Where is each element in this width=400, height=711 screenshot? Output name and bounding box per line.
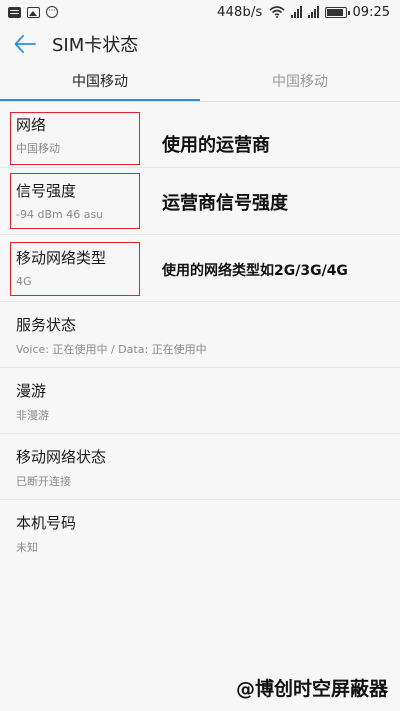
highlight-box-signal [10,173,140,229]
message-icon [8,6,21,18]
item-value: 已断开连接 [16,475,71,488]
tab-sim2[interactable]: 中国移动 [200,64,400,102]
highlight-box-network-type [10,242,140,296]
sim-tabs: 中国移动 中国移动 [0,64,400,102]
clock: 09:25 [352,4,390,20]
status-bar: ··· 448b/s 09:25 [0,0,400,24]
circle-icon: ··· [46,6,58,18]
item-title: 移动网络状态 [16,448,107,466]
annotation-operator: 使用的运营商 [162,135,270,156]
arrow-left-icon [14,35,36,53]
tab-sim1[interactable]: 中国移动 [0,64,200,102]
wifi-icon [269,6,285,18]
list-item-phone-number[interactable]: 本机号码 未知 [0,500,400,566]
item-title: 漫游 [16,382,47,400]
back-button[interactable] [0,24,50,64]
item-value: Voice: 正在使用中 / Data: 正在使用中 [16,343,207,356]
highlight-box-network [10,112,140,165]
item-value: 非漫游 [16,409,49,422]
page-title: SIM卡状态 [52,35,139,56]
list-item-mobile-network-state[interactable]: 移动网络状态 已断开连接 [0,434,400,500]
watermark: @博创时空屏蔽器 [235,678,388,700]
item-title: 本机号码 [16,514,77,532]
image-icon [27,6,40,18]
item-title: 服务状态 [16,316,77,334]
signal-icon [290,6,302,18]
battery-icon [324,6,350,18]
annotation-signal: 运营商信号强度 [162,193,288,214]
list-item-service-state[interactable]: 服务状态 Voice: 正在使用中 / Data: 正在使用中 [0,302,400,368]
annotation-network-type: 使用的网络类型如2G/3G/4G [162,263,348,279]
item-value: 未知 [16,541,38,554]
signal-icon [307,6,319,18]
list-item-roaming[interactable]: 漫游 非漫游 [0,368,400,434]
action-bar: SIM卡状态 [0,24,400,64]
net-speed: 448b/s [217,4,263,20]
